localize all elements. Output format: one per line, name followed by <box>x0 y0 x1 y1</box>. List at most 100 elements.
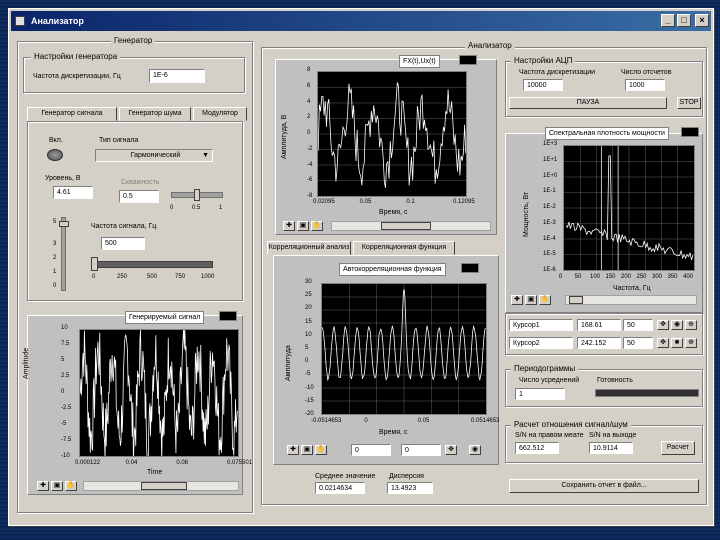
spec-ytick-8: 1E-6 <box>543 267 556 273</box>
sig-ytick-4: 0 <box>307 130 311 136</box>
spec-ytick-2: 1E+0 <box>543 172 558 179</box>
cursor1-lock-icon[interactable]: ⊕ <box>685 320 697 330</box>
corr-ytick-9: -15 <box>305 397 314 404</box>
spec-xtick-4: 200 <box>621 274 632 280</box>
corr-chart-xlabel: Время, с <box>379 429 408 436</box>
level-slider-thumb[interactable] <box>59 221 69 227</box>
corr-ytick-1: 25 <box>305 292 312 299</box>
tab-correlation-function[interactable]: Корреляционная функция <box>353 241 455 255</box>
signal-chart-ylabel: Амплитуда, В <box>281 114 288 159</box>
gen-xtick-3: 0.075501 <box>227 460 253 466</box>
freq-input[interactable]: 500 <box>101 237 145 250</box>
level-label: Уровень, В <box>45 175 81 182</box>
freq-scale-0: 0 <box>92 274 96 280</box>
signal-chart-scroll-thumb[interactable] <box>381 222 431 230</box>
tab-correlation-analysis[interactable]: Корреляционный анализ <box>267 241 351 255</box>
adc-fs-input[interactable]: 10000 <box>523 79 563 91</box>
cursor1-y[interactable]: 50 <box>623 319 653 331</box>
spectrum-chart-title: Спектральная плотность мощности <box>545 127 669 140</box>
cursor1-x[interactable]: 168.61 <box>577 319 621 331</box>
corr-chart-zoom-tool[interactable]: ✚ <box>287 445 299 455</box>
spec-ytick-3: 1E-1 <box>543 188 556 195</box>
freq-slider-thumb[interactable] <box>91 257 98 271</box>
sig-xtick-2: 0.1 <box>406 199 415 205</box>
spec-xtick-7: 350 <box>667 274 678 280</box>
stop-button[interactable]: STOP <box>677 97 701 109</box>
progress-bar <box>595 389 699 397</box>
wave-type-label: Тип сигнала <box>99 137 139 144</box>
corr-cursor-x-field[interactable]: 0 <box>351 444 391 456</box>
level-slider-track[interactable] <box>61 217 66 291</box>
signal-chart-pan-tool[interactable]: ✋ <box>311 221 323 231</box>
gen-ytick-1: 7.5 <box>61 341 70 347</box>
corr-chart-plot[interactable] <box>321 283 487 415</box>
spectrum-chart-legend <box>681 127 699 137</box>
power-led-button[interactable] <box>47 149 63 161</box>
gen-chart-select-tool[interactable]: ▣ <box>51 481 63 491</box>
cursor1-move-icon[interactable]: ✥ <box>657 320 669 330</box>
close-button[interactable]: × <box>695 14 709 27</box>
level-scale-5: 5 <box>53 219 57 225</box>
wave-type-select[interactable]: Гармонический ▼ <box>95 149 213 162</box>
gen-ytick-6: -5 <box>61 421 67 427</box>
spectrum-chart-scroll-thumb[interactable] <box>569 296 583 304</box>
snr-title: Расчет отношения сигнал/шум <box>511 420 631 429</box>
freq-slider-track[interactable] <box>93 261 213 268</box>
corr-cursor-y-field[interactable]: 0 <box>401 444 441 456</box>
tab-signal-generator[interactable]: Генератор сигнала <box>27 107 117 121</box>
adc-fs-label: Частота дискретизации <box>519 69 596 76</box>
pause-button[interactable]: ПАУЗА <box>509 97 667 109</box>
cursor1-name[interactable]: Курсор1 <box>509 319 573 331</box>
duty-tick-2: 1 <box>219 205 223 211</box>
cursor2-y[interactable]: 50 <box>623 337 653 349</box>
gen-signal-trace <box>80 330 238 456</box>
duty-slider-thumb[interactable] <box>194 189 200 201</box>
duty-label: Скважность <box>121 179 160 186</box>
spectrum-chart-plot[interactable] <box>563 145 695 271</box>
spectrum-chart-select-tool[interactable]: ▣ <box>525 295 537 305</box>
corr-cursor-move-icon[interactable]: ✥ <box>445 445 457 455</box>
gen-xtick-0: 0.000122 <box>75 460 101 466</box>
cursor2-lock-icon[interactable]: ⊕ <box>685 338 697 348</box>
corr-chart-pan-tool[interactable]: ✋ <box>315 445 327 455</box>
gen-chart-pan-tool[interactable]: ✋ <box>65 481 77 491</box>
cursor1-style-icon[interactable]: ◉ <box>671 320 683 330</box>
cursor2-name[interactable]: Курсор2 <box>509 337 573 349</box>
sig-ytick-0: 8 <box>307 67 311 73</box>
spectrum-chart-zoom-tool[interactable]: ✚ <box>511 295 523 305</box>
corr-xtick-1: 0 <box>364 418 368 424</box>
level-scale-3: 3 <box>53 241 57 247</box>
spectrum-chart-scrollbar[interactable] <box>565 295 697 305</box>
calc-button[interactable]: Расчет <box>661 441 695 455</box>
gen-chart-legend <box>219 311 237 321</box>
signal-chart-select-tool[interactable]: ▣ <box>297 221 309 231</box>
analyzer-panel-title: Анализатор <box>465 41 515 50</box>
fs-input[interactable]: 1E-6 <box>149 69 205 83</box>
duty-input[interactable]: 0.5 <box>119 190 159 203</box>
save-report-button[interactable]: Сохранить отчет в файл... <box>509 479 699 493</box>
tab-noise-generator[interactable]: Генератор шума <box>119 107 191 121</box>
gen-chart-zoom-tool[interactable]: ✚ <box>37 481 49 491</box>
corr-chart-select-tool[interactable]: ▣ <box>301 445 313 455</box>
signal-chart-plot[interactable] <box>317 71 467 197</box>
cursor2-style-icon[interactable]: ■ <box>671 338 683 348</box>
corr-xtick-0: -0.0514653 <box>311 418 342 424</box>
level-input[interactable]: 4.61 <box>53 186 93 199</box>
gen-chart-plot[interactable] <box>79 329 239 457</box>
gen-xtick-1: 0.04 <box>125 460 138 466</box>
corr-xtick-2: 0.05 <box>417 418 430 424</box>
app-icon <box>15 16 25 26</box>
corr-xtick-3: 0.0514653 <box>471 418 500 424</box>
maximize-button[interactable]: □ <box>677 14 691 27</box>
minimize-button[interactable]: _ <box>661 14 675 27</box>
avg-input[interactable]: 1 <box>515 388 565 400</box>
spectrum-chart-pan-tool[interactable]: ✋ <box>539 295 551 305</box>
snr-out-label: S/N на выходе <box>589 432 637 439</box>
signal-chart-zoom-tool[interactable]: ✚ <box>283 221 295 231</box>
corr-cursor-style-icon[interactable]: ◉ <box>469 445 481 455</box>
tab-modulator[interactable]: Модулятор <box>193 107 247 121</box>
cursor2-x[interactable]: 242.152 <box>577 337 621 349</box>
cursor2-move-icon[interactable]: ✥ <box>657 338 669 348</box>
adc-n-input[interactable]: 1000 <box>625 79 665 91</box>
gen-chart-scroll-thumb[interactable] <box>141 482 187 490</box>
